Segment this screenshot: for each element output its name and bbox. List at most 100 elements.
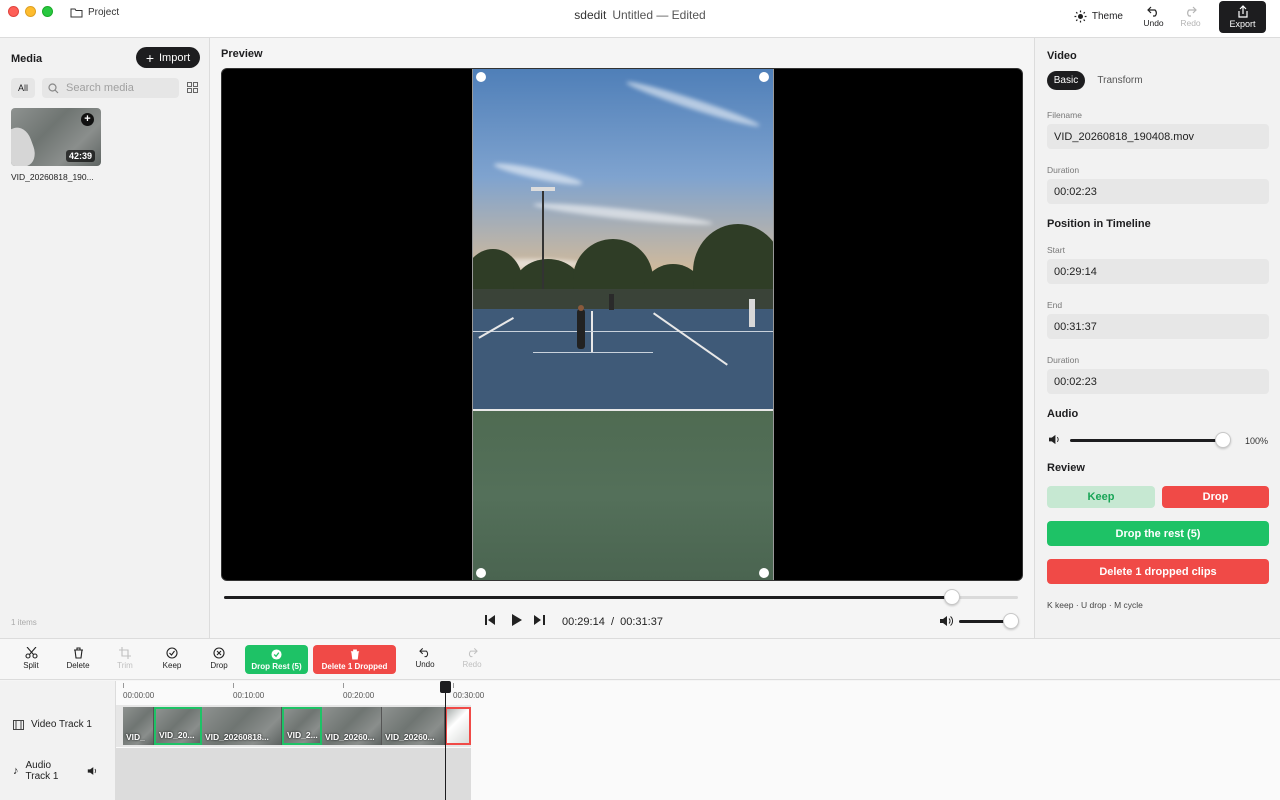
end-label: End xyxy=(1047,300,1063,310)
preview-canvas[interactable] xyxy=(221,68,1023,581)
share-icon xyxy=(1237,4,1248,18)
filename-field: VID_20260818_190408.mov xyxy=(1047,124,1269,149)
grid-view-icon[interactable] xyxy=(187,82,198,93)
undo-icon xyxy=(1147,6,1157,17)
keep-tool-button[interactable]: Keep xyxy=(152,647,192,670)
keep-button[interactable]: Keep xyxy=(1047,486,1155,508)
volume-icon[interactable] xyxy=(939,615,953,627)
tab-basic[interactable]: Basic xyxy=(1047,71,1085,90)
play-icon[interactable] xyxy=(511,614,522,626)
duration-label: Duration xyxy=(1047,165,1080,175)
audio-track-lane[interactable] xyxy=(116,748,471,800)
video-track-header: Video Track 1 xyxy=(13,719,92,730)
clip-label: VID_20... xyxy=(159,730,195,740)
timeline-duration-field: 00:02:23 xyxy=(1047,369,1269,394)
music-note-icon: ♪ xyxy=(13,765,19,777)
search-field[interactable] xyxy=(42,78,179,98)
undo-button[interactable]: Undo xyxy=(1135,6,1172,28)
drop-tool-button[interactable]: Drop xyxy=(199,647,239,670)
ruler-label: 00:20:00 xyxy=(343,691,375,700)
keep-tool-label: Keep xyxy=(162,661,182,670)
add-to-timeline-icon[interactable]: + xyxy=(81,113,94,126)
clip-label: VID_20260... xyxy=(325,732,375,742)
skip-forward-icon[interactable] xyxy=(534,615,545,625)
media-thumbnail[interactable]: + 42:39 xyxy=(11,108,101,166)
speaker-icon xyxy=(1049,434,1059,445)
drop-rest-tool-button[interactable]: Drop Rest (5) xyxy=(245,645,308,674)
media-item-count: 1 items xyxy=(11,618,37,627)
delete-dropped-tool-button[interactable]: Delete 1 Dropped xyxy=(313,645,396,674)
export-label: Export xyxy=(1229,18,1256,29)
timeline-clip-dropped[interactable] xyxy=(445,707,471,745)
timeline-clip[interactable]: VID_20260... xyxy=(382,707,445,745)
drop-button[interactable]: Drop xyxy=(1162,486,1269,508)
audio-track-name: Audio Track 1 xyxy=(25,760,59,782)
timeline-toolbar: Split Delete Trim Keep Drop Drop Rest (5… xyxy=(0,638,1280,680)
media-panel: Media + Import All + 42:39 VID_20260818_… xyxy=(0,38,210,638)
redo-tool-button[interactable]: Redo xyxy=(452,647,492,669)
crop-handle-top-left[interactable] xyxy=(476,72,486,82)
crop-handle-bottom-left[interactable] xyxy=(476,568,486,578)
x-circle-icon xyxy=(213,647,225,659)
position-title: Position in Timeline xyxy=(1047,218,1151,230)
current-time: 00:29:14 xyxy=(562,616,605,628)
filter-all-button[interactable]: All xyxy=(11,78,35,98)
audio-volume-knob[interactable] xyxy=(1215,432,1231,448)
drop-rest-button[interactable]: Drop the rest (5) xyxy=(1047,521,1269,546)
delete-dropped-button[interactable]: Delete 1 dropped clips xyxy=(1047,559,1269,584)
tab-transform[interactable]: Transform xyxy=(1093,71,1147,90)
crop-handle-top-right[interactable] xyxy=(759,72,769,82)
volume-knob[interactable] xyxy=(1003,613,1019,629)
media-filename: VID_20260818_190... xyxy=(11,172,94,182)
search-input[interactable] xyxy=(66,82,166,94)
audio-percent: 100% xyxy=(1245,436,1269,446)
delete-button[interactable]: Delete xyxy=(58,647,98,670)
title-bar: Project sdedit Untitled — Edited Theme Un… xyxy=(0,0,1280,38)
audio-volume-slider[interactable] xyxy=(1070,439,1224,442)
timeline-clip-kept[interactable]: VID_2... xyxy=(282,707,322,745)
split-label: Split xyxy=(23,661,39,670)
timeline-area[interactable]: 00:00:00 00:10:00 00:20:00 00:30:00 VID_… xyxy=(116,681,1280,800)
ruler-label: 00:00:00 xyxy=(123,691,155,700)
time-separator: / xyxy=(610,616,615,628)
trim-label: Trim xyxy=(117,661,133,670)
check-circle-icon xyxy=(166,647,178,659)
end-field[interactable]: 00:31:37 xyxy=(1047,314,1269,339)
export-button[interactable]: Export xyxy=(1219,0,1266,33)
timeline-clip-kept[interactable]: VID_20... xyxy=(154,707,202,745)
scrubber-knob[interactable] xyxy=(944,589,960,605)
skip-back-icon[interactable] xyxy=(485,615,496,625)
delete-label: Delete xyxy=(66,661,90,670)
app-name: sdedit xyxy=(574,8,607,22)
redo-icon xyxy=(1187,6,1197,17)
clip-label: VID_20260818... xyxy=(205,732,269,742)
start-field[interactable]: 00:29:14 xyxy=(1047,259,1269,284)
playhead-handle[interactable] xyxy=(440,681,451,693)
playback-progress xyxy=(224,596,952,599)
playback-scrubber[interactable] xyxy=(224,596,1018,599)
audio-title: Audio xyxy=(1047,408,1079,420)
clip-label: VID_2... xyxy=(287,730,318,740)
clip-label: VID_20260... xyxy=(385,732,435,742)
audio-track-header: ♪ Audio Track 1 xyxy=(13,760,113,782)
timeline-clip[interactable]: VID_20260818... xyxy=(202,707,282,745)
theme-button[interactable]: Theme xyxy=(1074,10,1123,23)
undo-tool-button[interactable]: Undo xyxy=(405,647,445,669)
transport-controls xyxy=(485,614,545,626)
start-label: Start xyxy=(1047,245,1065,255)
import-button[interactable]: + Import xyxy=(136,47,200,68)
redo-tool-label: Redo xyxy=(462,660,482,669)
redo-label: Redo xyxy=(1180,17,1201,28)
trim-button[interactable]: Trim xyxy=(105,647,145,670)
crop-handle-bottom-right[interactable] xyxy=(759,568,769,578)
timeline-clip[interactable]: VID_20260... xyxy=(322,707,382,745)
check-circle-icon xyxy=(271,648,282,660)
inspector-video-title: Video xyxy=(1047,50,1077,62)
redo-button[interactable]: Redo xyxy=(1172,6,1209,28)
speaker-icon[interactable] xyxy=(87,766,98,776)
trash-icon xyxy=(350,648,359,660)
crop-icon xyxy=(119,647,131,659)
split-button[interactable]: Split xyxy=(11,647,51,670)
sun-icon xyxy=(1074,10,1087,23)
timeline-clip[interactable]: VID_ xyxy=(123,707,154,745)
